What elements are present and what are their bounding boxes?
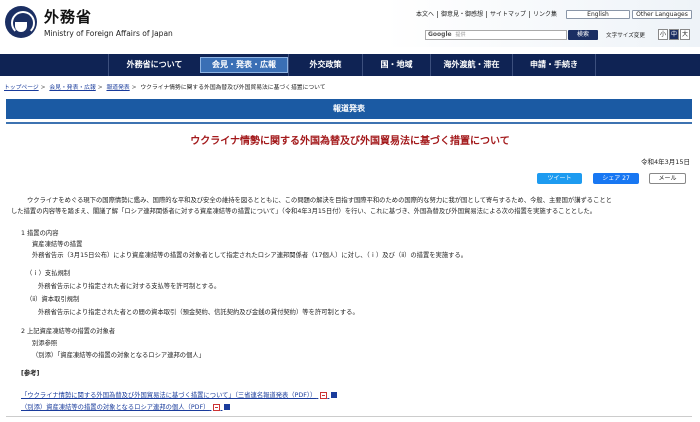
item-i-heading: （ｉ）支払規制 xyxy=(26,270,71,277)
item-ii-heading: （ⅱ）資本取引規制 xyxy=(26,296,80,303)
other-languages-button[interactable]: Other Languages xyxy=(632,10,692,19)
new-window-icon xyxy=(224,404,231,410)
search-button[interactable]: 検索 xyxy=(568,30,598,40)
intro-line-2: した措置の内容等を踏まえ、閣議了解「ロシア連邦関係者に対する資産凍結等の措置につ… xyxy=(11,207,597,215)
item-ii-text: 外務省告示により指定された者との間の資本取引（預金契約、信託契約及び金銭の貸付契… xyxy=(38,309,359,316)
site-logo[interactable]: 外務省 Ministry of Foreign Affairs of Japan xyxy=(5,6,173,38)
references-heading: [参考] xyxy=(21,370,40,377)
logo-title-jp: 外務省 xyxy=(44,8,93,26)
pdf-icon xyxy=(213,403,221,411)
font-size-label: 文字サイズ変更 xyxy=(606,33,645,39)
section-2-text: （別添）「資産凍結等の措置の対象となるロシア連邦の個人」 xyxy=(32,352,205,359)
release-date: 令和4年3月15日 xyxy=(640,158,690,166)
utility-link-sitemap[interactable]: サイトマップ xyxy=(486,11,529,18)
utility-link-main-content[interactable]: 本文へ xyxy=(413,11,437,18)
section-2-heading: 2 上記資産凍結等の措置の対象者 xyxy=(21,328,116,335)
new-window-icon xyxy=(331,392,338,398)
facebook-share-button[interactable]: シェア 27 xyxy=(593,173,639,184)
mofa-seal-icon xyxy=(5,6,37,38)
section-1-text: 外務省告示（3月15日公布）により資産凍結等の措置の対象者として指定されたロシア… xyxy=(32,252,468,259)
reference-link-1-text[interactable]: 「ウクライナ情勢に関する外国為替及び外国貿易法に基づく措置について」（三省連名報… xyxy=(21,392,316,399)
reference-link-press-release[interactable]: 「ウクライナ情勢に関する外国為替及び外国貿易法に基づく措置について」（三省連名報… xyxy=(21,390,338,399)
font-size-medium-button[interactable]: 中 xyxy=(669,29,679,40)
mail-button[interactable]: メール xyxy=(649,173,686,184)
nav-item-regions[interactable]: 国・地域 xyxy=(362,54,430,76)
breadcrumb: トップページ > 会見・発表・広報 > 報道発表 > ウクライナ情勢に関する外国為替及… xyxy=(4,85,326,91)
site-header: 外務省 Ministry of Foreign Affairs of Japan… xyxy=(0,0,700,47)
google-label: Google xyxy=(428,31,452,38)
utility-links: 本文へ 御意見・御感想 サイトマップ リンク集 xyxy=(413,11,560,18)
content-divider xyxy=(6,416,692,417)
breadcrumb-releases[interactable]: 報道発表 xyxy=(106,85,129,91)
search-input[interactable]: Google 提供 xyxy=(425,30,567,40)
font-size-small-button[interactable]: 小 xyxy=(658,29,668,40)
breadcrumb-top[interactable]: トップページ xyxy=(4,85,39,91)
intro-paragraph: ウクライナをめぐる現下の国際情勢に鑑み、国際的な平和及び安全の維持を図るとともに… xyxy=(11,196,689,217)
section-divider xyxy=(6,122,692,124)
item-i-text: 外務省告示により指定された者に対する支払等を許可制とする。 xyxy=(38,283,221,290)
intro-line-1: ウクライナをめぐる現下の国際情勢に鑑み、国際的な平和及び安全の維持を図るとともに… xyxy=(27,197,612,204)
section-1-subheading: 資産凍結等の措置 xyxy=(32,241,83,248)
global-nav: 外務省について 会見・発表・広報 外交政策 国・地域 海外渡航・滞在 申請・手続… xyxy=(0,54,700,76)
nav-item-about[interactable]: 外務省について xyxy=(108,54,200,76)
font-size-large-button[interactable]: 大 xyxy=(680,29,690,40)
nav-item-policy[interactable]: 外交政策 xyxy=(288,54,362,76)
section-1-heading: 1 措置の内容 xyxy=(21,230,59,237)
breadcrumb-press[interactable]: 会見・発表・広報 xyxy=(49,85,95,91)
nav-item-travel[interactable]: 海外渡航・滞在 xyxy=(430,54,512,76)
pdf-icon xyxy=(320,391,328,399)
page-title: ウクライナ情勢に関する外国為替及び外国貿易法に基づく措置について xyxy=(190,136,510,147)
nav-item-press[interactable]: 会見・発表・広報 xyxy=(200,57,288,73)
logo-title-en: Ministry of Foreign Affairs of Japan xyxy=(44,29,173,38)
tweet-button[interactable]: ツイート xyxy=(537,173,582,184)
section-2-subheading: 別添参照 xyxy=(32,340,58,347)
utility-link-feedback[interactable]: 御意見・御感想 xyxy=(437,11,486,18)
nav-item-applications[interactable]: 申請・手続き xyxy=(512,54,596,76)
breadcrumb-current: ウクライナ情勢に関する外国為替及び外国貿易法に基づく措置について xyxy=(140,85,326,91)
section-header: 報道発表 xyxy=(6,99,692,119)
utility-link-links[interactable]: リンク集 xyxy=(529,11,560,18)
search-placeholder: 提供 xyxy=(455,32,466,38)
reference-link-annex[interactable]: （別添）資産凍結等の措置の対象となるロシア連邦の個人（PDF） xyxy=(21,402,231,411)
reference-link-2-text[interactable]: （別添）資産凍結等の措置の対象となるロシア連邦の個人（PDF） xyxy=(21,404,209,411)
english-button[interactable]: English xyxy=(566,10,630,19)
